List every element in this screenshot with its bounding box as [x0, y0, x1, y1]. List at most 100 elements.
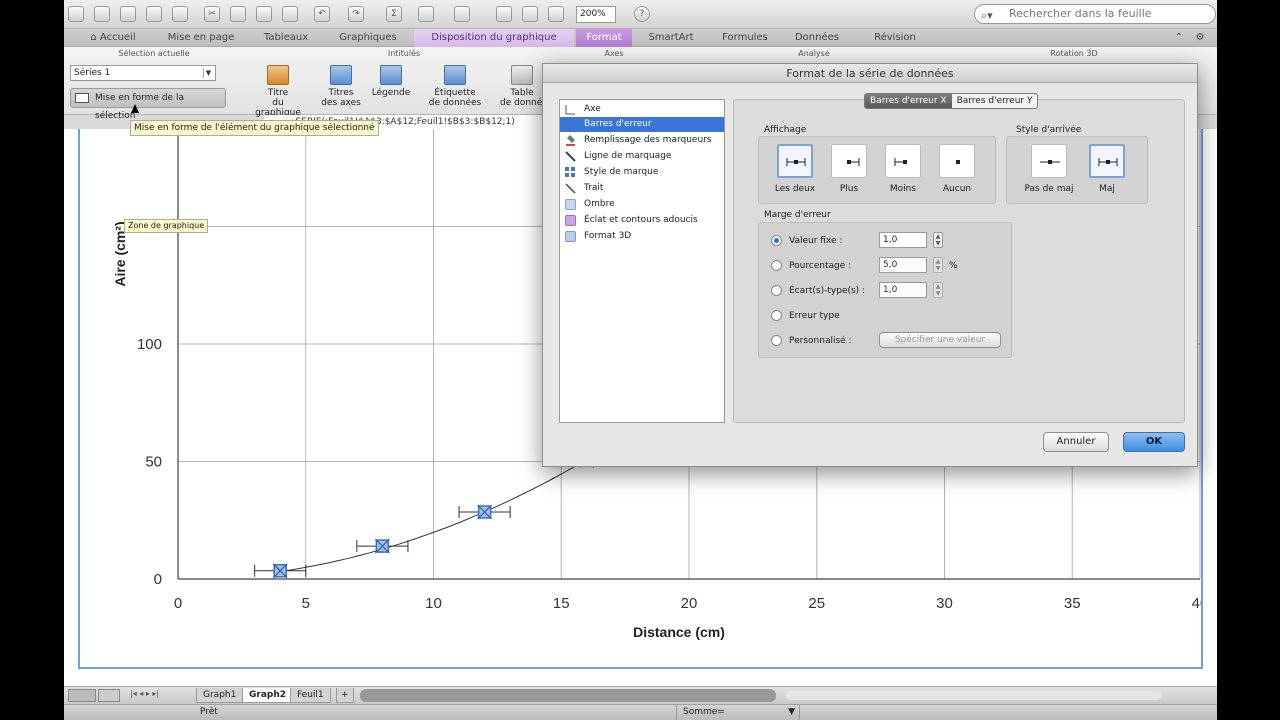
display-both-option[interactable]: [777, 144, 813, 178]
sheet-tab-feuil1[interactable]: Feuil1: [290, 688, 331, 703]
display-none-label: Aucun: [942, 184, 972, 194]
radio-pourcentage[interactable]: [771, 260, 782, 271]
gallery-icon[interactable]: [94, 6, 110, 22]
redo-icon[interactable]: ↷: [348, 6, 364, 22]
horizontal-scrollbar[interactable]: [786, 691, 1162, 700]
format-selection-button[interactable]: Mise en forme de la sélection: [70, 88, 226, 121]
category-format-3d[interactable]: Format 3D: [560, 229, 724, 244]
segment-error-x[interactable]: Barres d'erreur X: [865, 94, 952, 108]
normal-view-icon[interactable]: [68, 689, 96, 702]
y-tick-label: 0: [154, 571, 162, 588]
category-remplissage-marqueurs[interactable]: Remplissage des marqueurs: [560, 133, 724, 148]
group-title-axes: Axes: [604, 49, 624, 58]
paste-icon[interactable]: [256, 6, 272, 22]
print-icon[interactable]: [172, 6, 188, 22]
horizontal-scrollbar-left[interactable]: [360, 689, 776, 702]
radio-erreur-type[interactable]: [771, 310, 782, 321]
zoom-field[interactable]: 200%: [576, 6, 616, 23]
category-barres-erreur[interactable]: Barres d'erreur: [560, 117, 724, 132]
input-pourcentage[interactable]: 5,0: [879, 257, 927, 273]
x-tick-label: 0: [174, 595, 182, 612]
affichage-box: Les deux Plus Moins Aucun: [758, 136, 996, 204]
group-title-intitules: Intitulés: [387, 49, 421, 58]
sheet-tab-graph2[interactable]: Graph2: [242, 688, 294, 703]
sheet-tab-graph1[interactable]: Graph1: [196, 688, 244, 703]
group-title-selection: Sélection actuelle: [118, 49, 190, 58]
save-icon[interactable]: [146, 6, 162, 22]
sort-icon[interactable]: [418, 6, 434, 22]
ok-button[interactable]: OK: [1123, 432, 1185, 452]
data-labels-icon: [444, 65, 466, 85]
legend-button[interactable]: Légende: [366, 65, 416, 98]
display-none-option[interactable]: [939, 144, 975, 178]
input-ecart-type[interactable]: 1,0: [879, 282, 927, 298]
error-both-icon: [786, 158, 806, 166]
ribbon-settings-icon[interactable]: ⚙: [1192, 29, 1208, 47]
tab-accueil[interactable]: ⌂ Accueil: [82, 29, 144, 47]
tab-graphiques[interactable]: Graphiques: [326, 29, 410, 47]
axis-titles-button[interactable]: Titres des axes: [316, 65, 366, 108]
stepper-pourcentage[interactable]: ▲ ▼: [933, 257, 943, 273]
ribbon-collapse-icon[interactable]: ⌃: [1172, 29, 1186, 47]
sheet-navigation-icon[interactable]: |◂ ◂ ▸ ▸|: [130, 689, 159, 698]
search-field[interactable]: ⌕▾ Rechercher dans la feuille: [974, 4, 1216, 24]
error-none-icon: [956, 160, 960, 164]
input-valeur-fixe[interactable]: 1,0: [879, 232, 927, 248]
cancel-button[interactable]: Annuler: [1043, 432, 1109, 452]
open-icon[interactable]: [120, 6, 136, 22]
category-trait[interactable]: Trait: [560, 181, 724, 196]
stepper-valeur-fixe[interactable]: ▲ ▼: [933, 232, 943, 248]
display-plus-option[interactable]: [831, 144, 867, 178]
add-sheet-icon[interactable]: +: [336, 688, 354, 703]
radio-ecart-type[interactable]: [771, 285, 782, 296]
series-select[interactable]: Séries 1 ▼: [70, 65, 216, 81]
display-minus-label: Moins: [889, 184, 917, 194]
category-eclat[interactable]: Éclat et contours adoucis: [560, 213, 724, 228]
x-tick-label: 30: [936, 595, 953, 612]
specify-value-button[interactable]: Spécifier une valeur: [879, 332, 1001, 348]
shadow-icon: [565, 199, 576, 210]
category-ombre[interactable]: Ombre: [560, 197, 724, 212]
tab-tableaux[interactable]: Tableaux: [250, 29, 322, 47]
tab-formules[interactable]: Formules: [712, 29, 778, 47]
category-axe[interactable]: Axe: [560, 102, 724, 117]
undo-icon[interactable]: ↶: [314, 6, 330, 22]
tab-revision[interactable]: Révision: [858, 29, 932, 47]
category-style-marque[interactable]: Style de marque: [560, 165, 724, 180]
x-tick-label: 10: [425, 595, 442, 612]
no-cap-option[interactable]: [1031, 144, 1067, 178]
copy-icon[interactable]: [230, 6, 246, 22]
stepper-ecart-type[interactable]: ▲ ▼: [933, 282, 943, 298]
display-minus-option[interactable]: [885, 144, 921, 178]
category-ligne-marquage[interactable]: Ligne de marquage: [560, 149, 724, 164]
show-hide-icon[interactable]: [548, 6, 564, 22]
filter-icon[interactable]: [454, 6, 470, 22]
help-icon[interactable]: ?: [634, 6, 650, 22]
page-layout-view-icon[interactable]: [98, 689, 120, 702]
axis-titles-icon: [330, 65, 352, 85]
label-valeur-fixe: Valeur fixe :: [789, 236, 843, 246]
format-painter-icon[interactable]: [282, 6, 298, 22]
tab-format[interactable]: Format: [576, 29, 632, 47]
gallery-toggle-icon[interactable]: [496, 6, 512, 22]
cap-label: Maj: [1099, 184, 1115, 194]
no-cap-icon: [1040, 160, 1060, 164]
tab-smartart[interactable]: SmartArt: [640, 29, 702, 47]
cut-icon[interactable]: ✂: [204, 6, 220, 22]
radio-valeur-fixe[interactable]: [771, 235, 782, 246]
autosum-icon[interactable]: Σ: [386, 6, 402, 22]
chart-title-button[interactable]: Titre du graphique: [248, 65, 308, 118]
cap-icon: [1098, 158, 1118, 166]
format-selection-icon: [75, 93, 89, 103]
new-icon[interactable]: [68, 6, 84, 22]
data-labels-button[interactable]: Étiquette de données: [424, 65, 486, 108]
tab-donnees[interactable]: Données: [786, 29, 848, 47]
status-sum[interactable]: Somme= ▼: [676, 705, 800, 720]
toolbox-icon[interactable]: [522, 6, 538, 22]
tab-disposition-graphique[interactable]: Disposition du graphique: [414, 29, 574, 47]
data-table-button[interactable]: Table de données: [500, 65, 544, 108]
cap-option[interactable]: [1089, 144, 1125, 178]
radio-personnalise[interactable]: [771, 335, 782, 346]
tab-mise-en-page[interactable]: Mise en page: [156, 29, 246, 47]
segment-error-y[interactable]: Barres d'erreur Y: [952, 94, 1038, 108]
